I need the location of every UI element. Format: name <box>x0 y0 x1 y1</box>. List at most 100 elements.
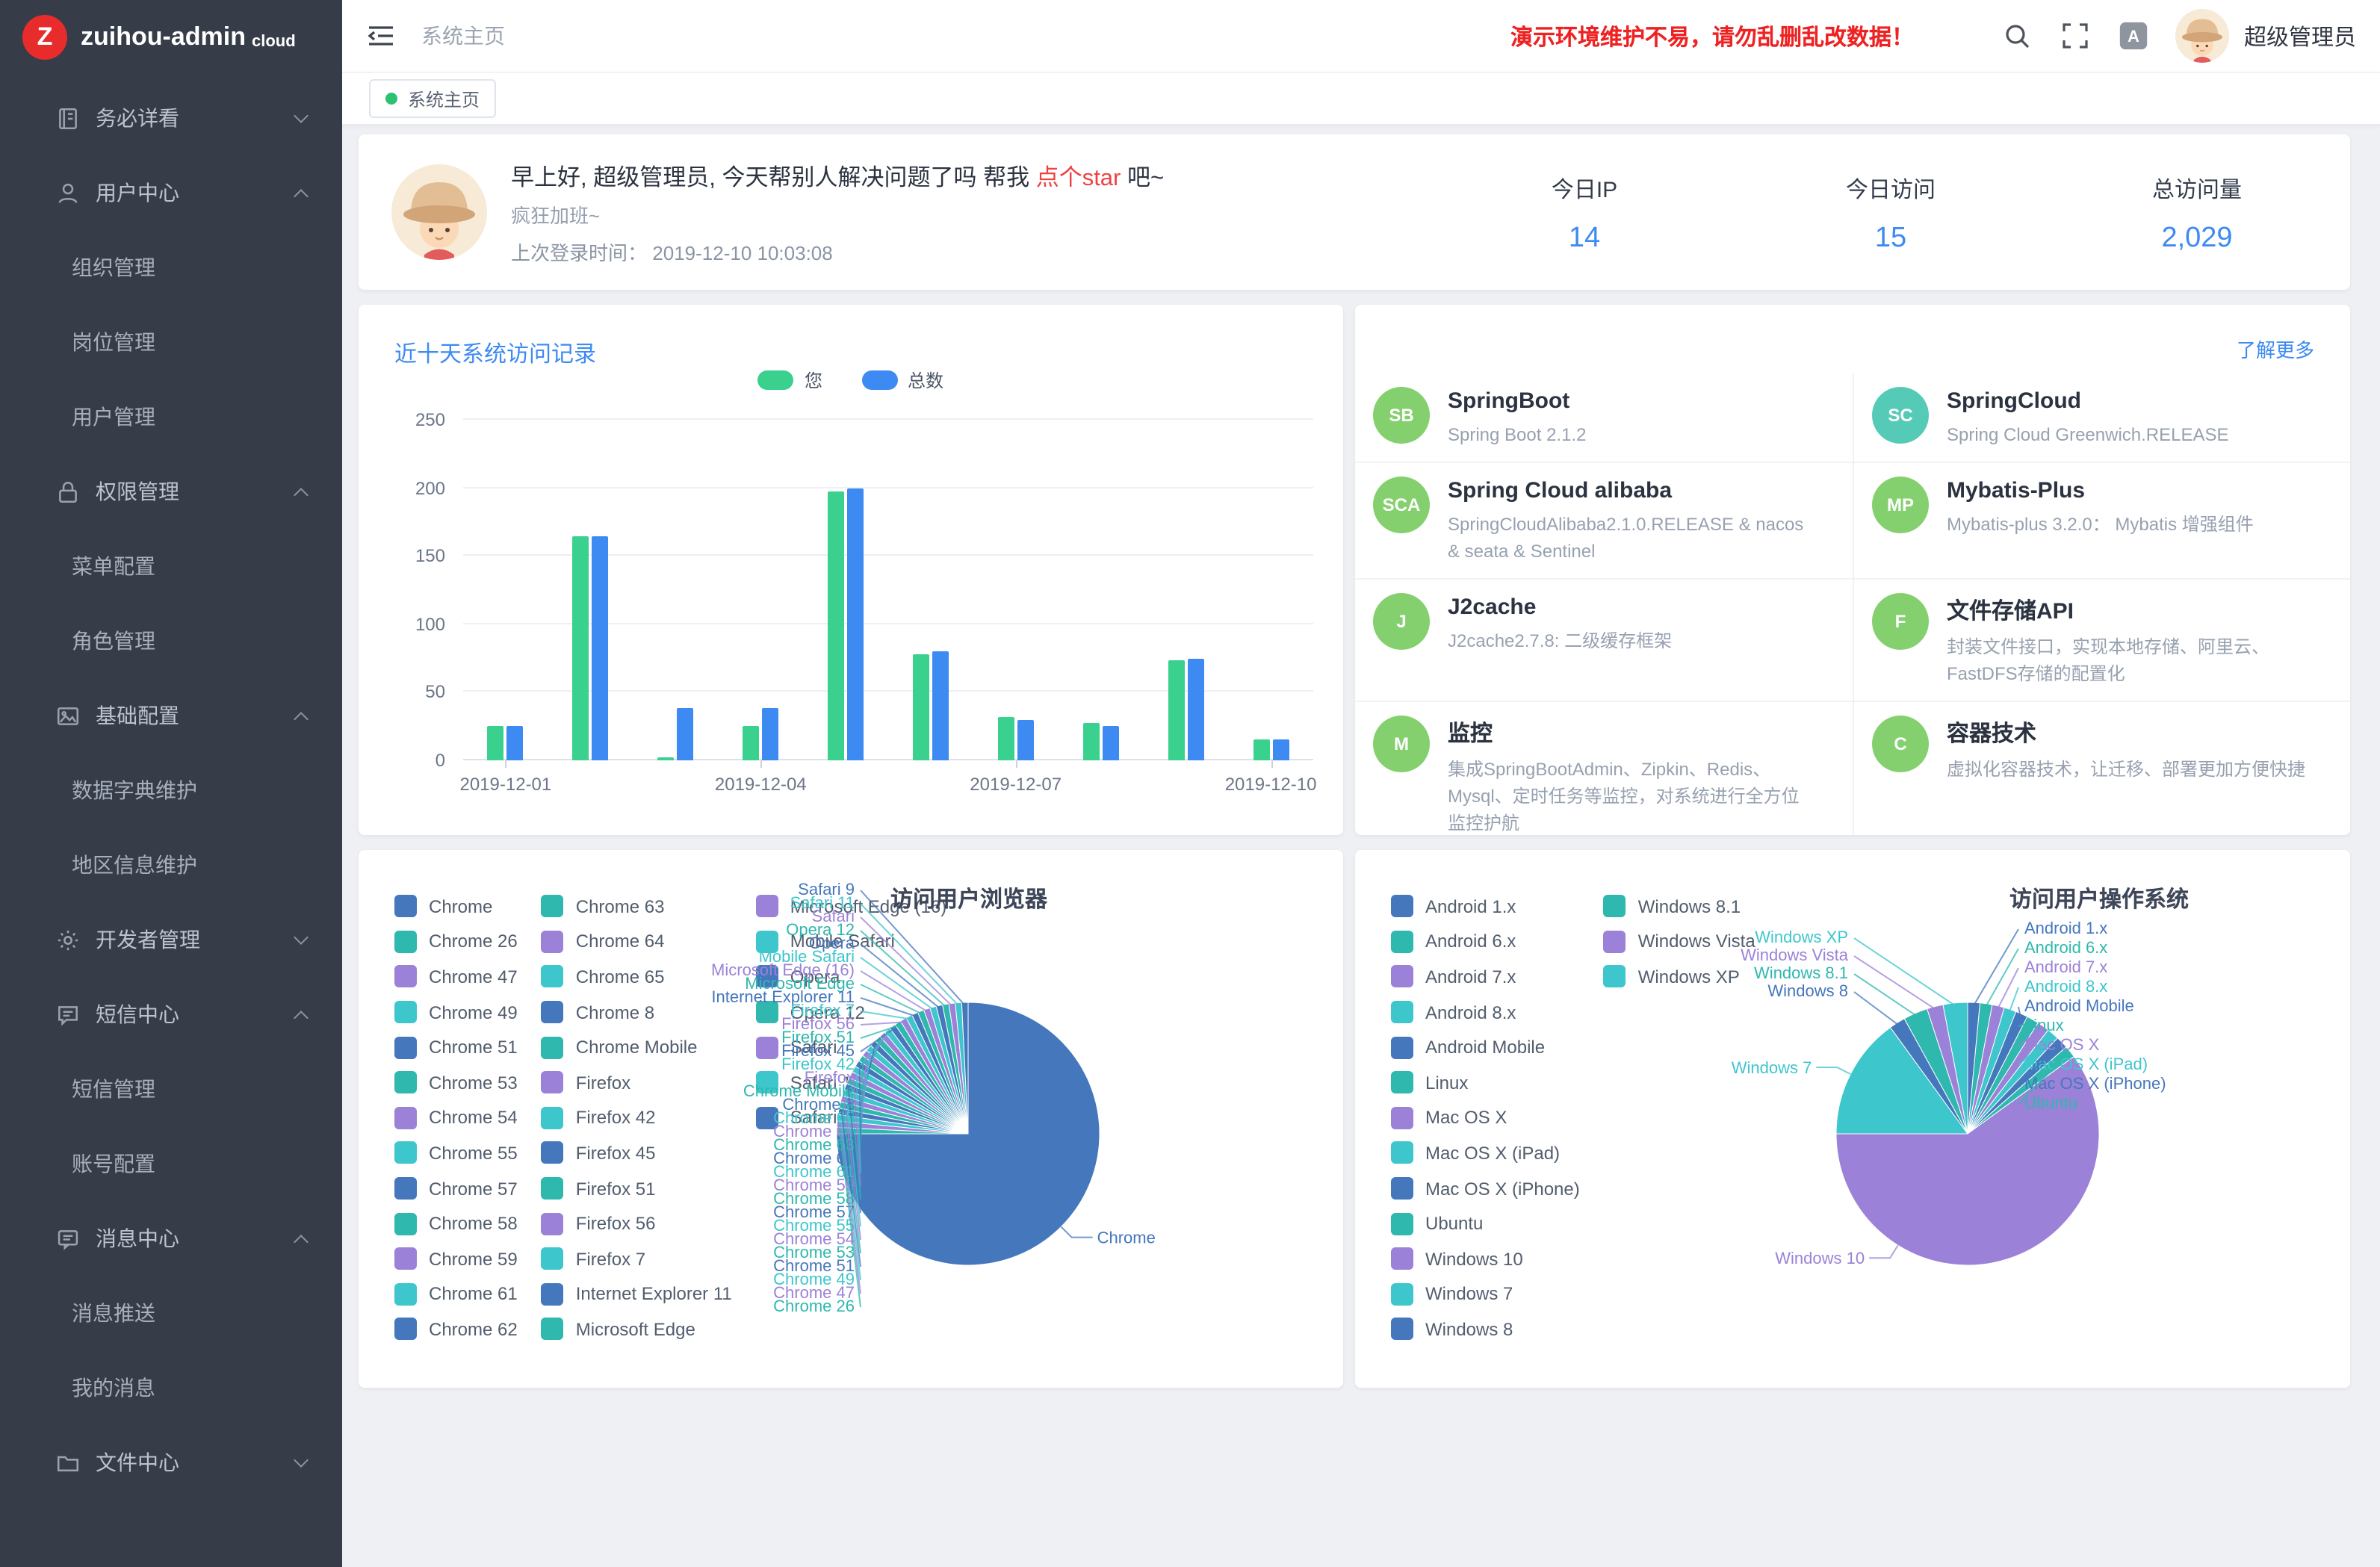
sidebar-item-sms-management[interactable]: 短信管理 <box>0 1052 342 1126</box>
bar-总数-2019-12-02[interactable] <box>592 536 609 760</box>
sidebar-item-developer[interactable]: 开发者管理 <box>0 902 342 977</box>
bar-总数-2019-12-03[interactable] <box>678 709 694 760</box>
legend-item-Microsoft Edge[interactable]: Microsoft Edge <box>542 1312 732 1347</box>
user-avatar[interactable] <box>2175 9 2229 63</box>
pie-slice-Android Mobile[interactable] <box>1968 1011 2027 1134</box>
legend-item-您[interactable]: 您 <box>758 367 822 393</box>
font-size-icon[interactable]: A <box>2119 21 2148 51</box>
legend-item-Chrome 57[interactable]: Chrome 57 <box>394 1171 518 1206</box>
bar-您-2019-12-08[interactable] <box>1083 724 1100 760</box>
pie-slice-Windows Vista[interactable] <box>1927 1005 1968 1134</box>
legend-item-Mac OS X (iPhone)[interactable]: Mac OS X (iPhone) <box>1391 1171 1580 1206</box>
legend-item-Chrome Mobile[interactable]: Chrome Mobile <box>542 1030 732 1065</box>
legend-item-Chrome 54[interactable]: Chrome 54 <box>394 1100 518 1135</box>
legend-item-Android Mobile[interactable]: Android Mobile <box>1391 1030 1580 1065</box>
legend-item-Firefox 51[interactable]: Firefox 51 <box>542 1171 732 1206</box>
legend-item-Chrome 62[interactable]: Chrome 62 <box>394 1312 518 1347</box>
legend-item-Firefox 56[interactable]: Firefox 56 <box>542 1206 732 1241</box>
breadcrumb[interactable]: 系统主页 <box>421 21 505 51</box>
sidebar-item-data-dict[interactable]: 数据字典维护 <box>0 753 342 828</box>
legend-item-Windows 8[interactable]: Windows 8 <box>1391 1312 1580 1347</box>
legend-item-Chrome 59[interactable]: Chrome 59 <box>394 1241 518 1276</box>
bar-总数-2019-12-04[interactable] <box>762 709 778 760</box>
sidebar-item-org-management[interactable]: 组织管理 <box>0 230 342 305</box>
tab-system-home[interactable]: 系统主页 <box>369 79 496 118</box>
legend-item-Windows 7[interactable]: Windows 7 <box>1391 1276 1580 1312</box>
legend-item-Chrome 64[interactable]: Chrome 64 <box>542 924 732 959</box>
stat-value[interactable]: 15 <box>1738 222 2044 255</box>
legend-item-Mac OS X[interactable]: Mac OS X <box>1391 1100 1580 1135</box>
sidebar-item-file-center[interactable]: 文件中心 <box>0 1425 342 1500</box>
legend-item-Chrome 8[interactable]: Chrome 8 <box>542 995 732 1030</box>
legend-item-Mobile Safari[interactable]: Mobile Safari <box>756 924 946 959</box>
sidebar-item-menu-config[interactable]: 菜单配置 <box>0 529 342 603</box>
bar-您-2019-12-01[interactable] <box>488 726 504 760</box>
legend-item-Chrome 49[interactable]: Chrome 49 <box>394 995 518 1030</box>
collapse-sidebar-icon[interactable] <box>366 21 396 51</box>
pie-slice-Windows 7[interactable] <box>1836 1028 1968 1134</box>
pie-slice-Android 6.x[interactable] <box>1968 1003 1992 1134</box>
tech-item-2[interactable]: SCSpringCloudSpring Cloud Greenwich.RELE… <box>1853 373 2350 463</box>
bar-您-2019-12-10[interactable] <box>1253 740 1269 760</box>
bar-总数-2019-12-10[interactable] <box>1272 740 1289 760</box>
pie-slice-Mac OS X (iPhone)[interactable] <box>1968 1038 2066 1134</box>
sidebar-item-must-read[interactable]: 务必详看 <box>0 81 342 155</box>
star-link[interactable]: 点个star <box>1036 165 1121 190</box>
pie-slice-Android 7.x[interactable] <box>1968 1005 2004 1134</box>
pie-slice-Safari[interactable] <box>949 1003 968 1134</box>
tech-item-3[interactable]: SCASpring Cloud alibabaSpringCloudAlibab… <box>1355 463 1853 580</box>
tech-item-8[interactable]: C容器技术虚拟化容器技术，让迁移、部署更加方便快捷 <box>1853 702 2350 835</box>
tech-item-7[interactable]: M监控集成SpringBootAdmin、Zipkin、Redis、Mysql、… <box>1355 702 1853 835</box>
legend-item-Android 7.x[interactable]: Android 7.x <box>1391 959 1580 994</box>
legend-item-Safari 9[interactable]: Safari 9 <box>756 1100 946 1135</box>
username[interactable]: 超级管理员 <box>2244 20 2356 52</box>
legend-item-Chrome 61[interactable]: Chrome 61 <box>394 1276 518 1312</box>
bar-您-2019-12-02[interactable] <box>573 536 589 760</box>
legend-item-Chrome 51[interactable]: Chrome 51 <box>394 1030 518 1065</box>
pie-slice-Android 1.x[interactable] <box>1968 1002 1980 1134</box>
sidebar-item-message-push[interactable]: 消息推送 <box>0 1276 342 1350</box>
sidebar-item-role-management[interactable]: 角色管理 <box>0 603 342 678</box>
fullscreen-icon[interactable] <box>2060 21 2090 51</box>
bar-您-2019-12-07[interactable] <box>998 717 1014 760</box>
bar-总数-2019-12-08[interactable] <box>1103 726 1119 760</box>
legend-item-Chrome 58[interactable]: Chrome 58 <box>394 1206 518 1241</box>
legend-item-总数[interactable]: 总数 <box>861 367 943 393</box>
learn-more-link[interactable]: 了解更多 <box>2237 335 2314 363</box>
sidebar-item-message-center[interactable]: 消息中心 <box>0 1201 342 1276</box>
stat-value[interactable]: 14 <box>1431 222 1738 255</box>
legend-item-Windows 10[interactable]: Windows 10 <box>1391 1241 1580 1276</box>
legend-item-Safari 11[interactable]: Safari 11 <box>756 1065 946 1100</box>
sidebar-item-permission[interactable]: 权限管理 <box>0 454 342 529</box>
legend-item-Chrome 47[interactable]: Chrome 47 <box>394 959 518 994</box>
legend-item-Chrome 65[interactable]: Chrome 65 <box>542 959 732 994</box>
legend-item-Android 6.x[interactable]: Android 6.x <box>1391 924 1580 959</box>
bar-总数-2019-12-05[interactable] <box>847 488 864 760</box>
sidebar-item-my-messages[interactable]: 我的消息 <box>0 1350 342 1425</box>
legend-item-Ubuntu[interactable]: Ubuntu <box>1391 1206 1580 1241</box>
bar-您-2019-12-03[interactable] <box>658 757 675 760</box>
pie-slice-Safari 9[interactable] <box>961 1002 968 1134</box>
bar-您-2019-12-06[interactable] <box>913 654 929 760</box>
legend-item-Linux[interactable]: Linux <box>1391 1065 1580 1100</box>
bar-总数-2019-12-07[interactable] <box>1017 719 1034 760</box>
pie-slice-Ubuntu[interactable] <box>1968 1047 2074 1134</box>
bar-您-2019-12-04[interactable] <box>743 726 759 760</box>
tech-item-5[interactable]: JJ2cacheJ2cache2.7.8: 二级缓存框架 <box>1355 580 1853 702</box>
legend-item-Android 8.x[interactable]: Android 8.x <box>1391 995 1580 1030</box>
sidebar-item-account-config[interactable]: 账号配置 <box>0 1126 342 1201</box>
legend-item-Firefox 45[interactable]: Firefox 45 <box>542 1135 732 1170</box>
sidebar-item-post-management[interactable]: 岗位管理 <box>0 305 342 379</box>
legend-item-Android 1.x[interactable]: Android 1.x <box>1391 889 1580 924</box>
sidebar-item-region-info[interactable]: 地区信息维护 <box>0 828 342 902</box>
pie-slice-Safari 11[interactable] <box>955 1002 968 1134</box>
bar-总数-2019-12-01[interactable] <box>507 726 524 760</box>
legend-item-Mac OS X (iPad)[interactable]: Mac OS X (iPad) <box>1391 1135 1580 1170</box>
sidebar-item-sms-center[interactable]: 短信中心 <box>0 977 342 1052</box>
pie-slice-Mac OS X (iPad)[interactable] <box>1968 1030 2057 1134</box>
pie-slice-Android 8.x[interactable] <box>1968 1008 2016 1134</box>
sidebar-item-base-config[interactable]: 基础配置 <box>0 678 342 753</box>
legend-item-Opera 12[interactable]: Opera 12 <box>756 995 946 1030</box>
legend-item-Chrome[interactable]: Chrome <box>394 889 518 924</box>
legend-item-Windows XP[interactable]: Windows XP <box>1604 959 1755 994</box>
